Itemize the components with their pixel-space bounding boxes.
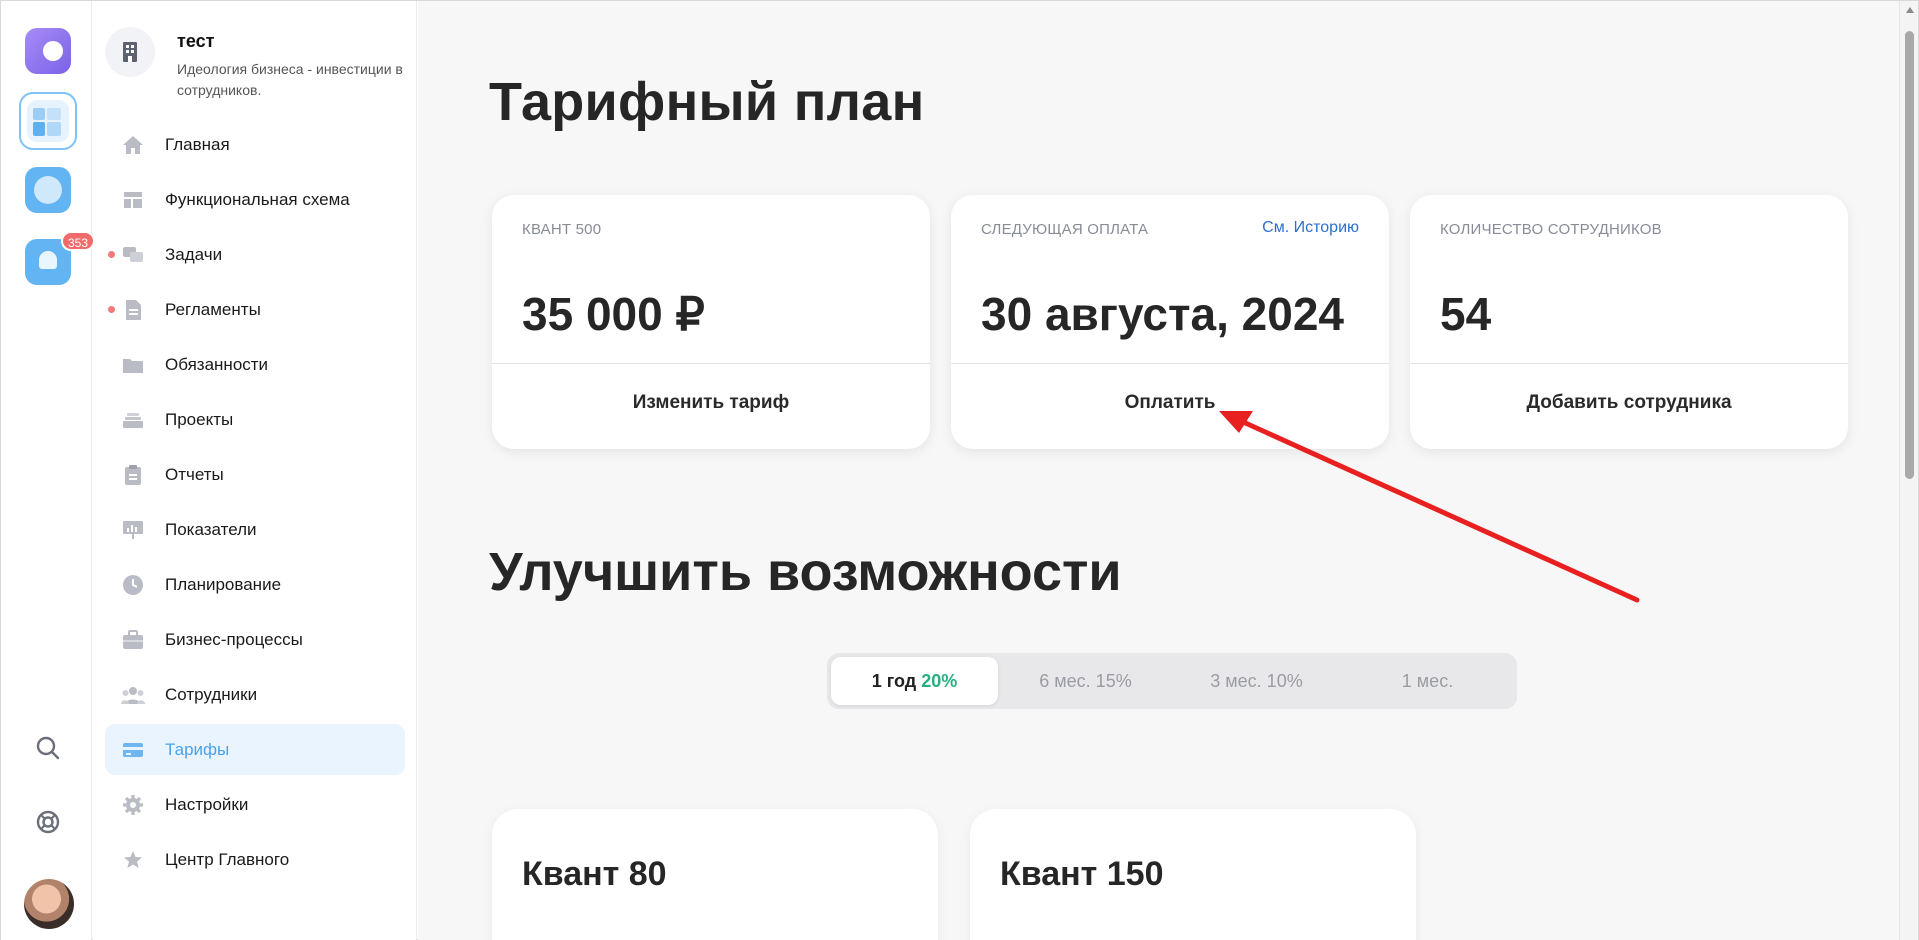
vertical-scrollbar[interactable]	[1899, 1, 1918, 940]
annotation-arrow	[1219, 411, 1640, 603]
scroll-thumb[interactable]	[1905, 31, 1914, 479]
app-window: 353 тест Идеология бизнеса - инвестиции …	[0, 0, 1919, 940]
scroll-up-arrow-icon[interactable]	[1906, 7, 1914, 13]
